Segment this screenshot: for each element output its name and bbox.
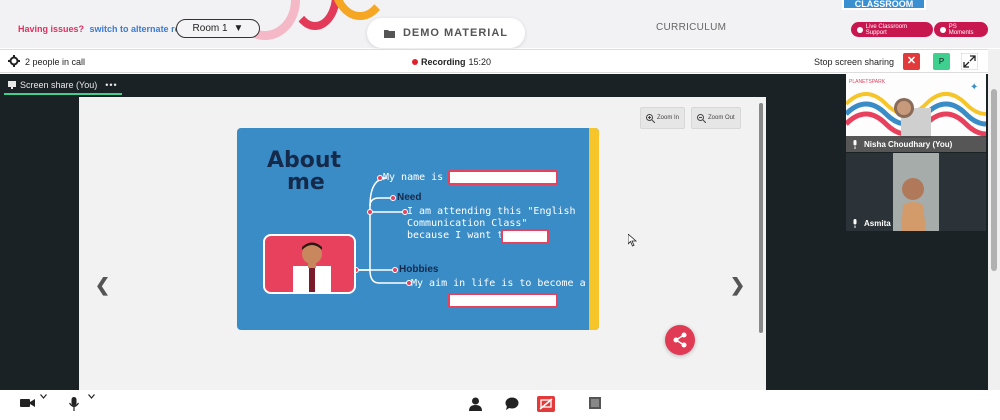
- folder-icon: [383, 29, 395, 38]
- participant-name-bar: Asmita: [846, 215, 986, 231]
- slide-hobbies-heading: Hobbies: [399, 264, 439, 275]
- participant-video-tile[interactable]: PLANETSPARK ✦ Nisha Choudhary (You): [846, 74, 986, 152]
- share-tab-menu[interactable]: •••: [105, 80, 117, 90]
- curriculum-tab[interactable]: CURRICULUM: [656, 22, 726, 33]
- demo-material-button[interactable]: DEMO MATERIAL: [367, 18, 525, 48]
- about-me-slide: About me My name is Need I am attending …: [237, 128, 599, 330]
- mouse-cursor-icon: [628, 234, 637, 247]
- microphone-icon[interactable]: [69, 397, 79, 411]
- demo-material-label: DEMO MATERIAL: [402, 27, 509, 39]
- microphone-icon: [853, 218, 857, 228]
- zoom-in-label: Zoom In: [657, 115, 680, 121]
- issues-notice: Having issues? switch to alternate room: [18, 24, 194, 34]
- share-icon: [673, 332, 687, 348]
- bottom-toolbar: [0, 390, 1000, 420]
- recording-label: Recording: [421, 57, 466, 67]
- call-status-bar: 2 people in call Recording 15:20 Stop sc…: [0, 49, 988, 73]
- camera-icon[interactable]: [20, 397, 36, 409]
- recording-dot-icon: [412, 59, 418, 65]
- live-support-label: Live Classroom Support: [865, 23, 908, 36]
- recording-time: 15:20: [468, 57, 492, 67]
- chevron-down-icon[interactable]: [88, 394, 95, 399]
- people-count: 2 people in call: [25, 57, 86, 67]
- classroom-badge: CLASSROOM: [842, 0, 926, 10]
- microphone-icon: [853, 139, 857, 149]
- gear-icon[interactable]: [8, 55, 20, 67]
- slide-aim-label: My aim in life is to become a: [411, 278, 586, 289]
- recording-status: Recording 15:20: [412, 57, 491, 67]
- app-root: Having issues? switch to alternate room …: [0, 0, 1000, 420]
- chevron-down-icon[interactable]: [40, 394, 47, 399]
- screen-share-off-icon[interactable]: [537, 396, 555, 412]
- top-bar: Having issues? switch to alternate room …: [0, 0, 1000, 48]
- chat-icon[interactable]: [505, 397, 519, 410]
- shared-slide-viewport: Zoom In Zoom Out ❮ ❯ About me My name is…: [79, 97, 766, 390]
- page-scrollbar-thumb[interactable]: [991, 89, 997, 271]
- zoom-in-button[interactable]: Zoom In: [640, 107, 686, 129]
- support-icon: [857, 26, 863, 33]
- share-tab-label: Screen share (You): [20, 80, 98, 90]
- moments-icon: [940, 26, 946, 33]
- slide-attending-line3: because I want to: [407, 230, 510, 241]
- caret-down-icon: ▼: [233, 23, 244, 34]
- stop-sharing-label: Stop screen sharing: [814, 57, 895, 67]
- previous-slide-arrow-icon[interactable]: ❮: [95, 275, 110, 296]
- svg-text:PLANETSPARK: PLANETSPARK: [849, 79, 886, 85]
- expand-icon[interactable]: [961, 53, 978, 70]
- issues-label: Having issues?: [18, 24, 85, 34]
- screen-share-area: Screen share (You) ••• Zoom In Zoom Out …: [0, 74, 846, 390]
- background-icon[interactable]: [589, 397, 601, 409]
- zoom-in-icon: [646, 113, 655, 123]
- zoom-out-label: Zoom Out: [708, 115, 735, 121]
- participant-avatar-button[interactable]: P: [933, 53, 950, 70]
- participant-video-tile[interactable]: Asmita: [846, 153, 986, 231]
- next-slide-arrow-icon[interactable]: ❯: [730, 275, 745, 296]
- slide-my-name-label: My name is: [383, 172, 444, 183]
- participant-name-bar: Nisha Choudhary (You): [846, 136, 986, 152]
- name-blank-field: [448, 170, 558, 185]
- person-illustration: [293, 242, 331, 292]
- slide-attending-line1: I am attending this "English: [407, 206, 576, 217]
- page-scrollbar[interactable]: [988, 49, 1000, 390]
- slide-scrollbar[interactable]: [759, 103, 763, 333]
- student-photo: [263, 234, 356, 294]
- participant-name: Asmita: [864, 218, 891, 228]
- svg-text:✦: ✦: [970, 82, 978, 93]
- room-select-value: Room 1: [192, 23, 228, 34]
- ps-moments-label: PS Moments: [948, 23, 974, 36]
- live-support-button[interactable]: Live Classroom Support: [851, 22, 933, 37]
- stop-sharing-button[interactable]: ✕: [903, 53, 920, 70]
- aim-blank-field: [448, 293, 558, 308]
- participant-name: Nisha Choudhary (You): [864, 139, 953, 149]
- zoom-out-button[interactable]: Zoom Out: [691, 107, 741, 129]
- tab-screen-share[interactable]: Screen share (You) •••: [4, 77, 122, 95]
- monitor-icon: [8, 81, 16, 89]
- slide-need-heading: Need: [397, 192, 422, 203]
- share-button[interactable]: [665, 325, 695, 355]
- zoom-out-icon: [697, 113, 706, 123]
- people-icon[interactable]: [469, 397, 482, 411]
- participants-panel: PLANETSPARK ✦ Nisha Choudhary (You) Asmi…: [846, 74, 988, 390]
- decorative-arc: [330, 0, 390, 20]
- decorative-arc: [290, 0, 340, 30]
- reason-blank-field: [501, 229, 549, 244]
- ps-moments-button[interactable]: PS Moments: [934, 22, 988, 37]
- room-select[interactable]: Room 1 ▼: [176, 19, 260, 38]
